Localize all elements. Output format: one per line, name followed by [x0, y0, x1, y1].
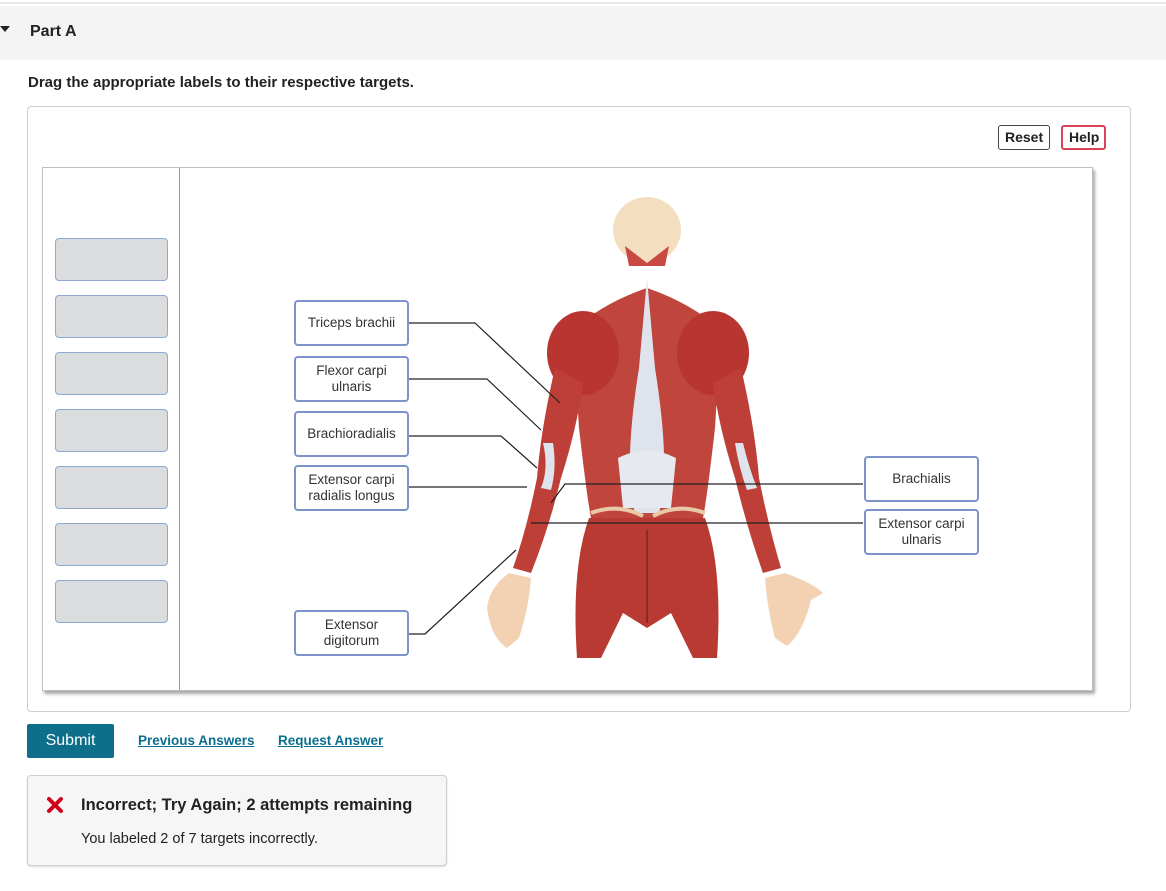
right-hand — [765, 573, 823, 646]
leader-line-flexor-carpi-ulnaris — [408, 378, 542, 431]
reset-button[interactable]: Reset — [998, 125, 1050, 150]
label-text: radialis longus — [308, 488, 395, 503]
lumbar-fascia — [618, 450, 676, 508]
feedback-title: Incorrect; Try Again; 2 attempts remaini… — [81, 796, 413, 814]
label-triceps-brachii[interactable]: Triceps brachii — [294, 300, 409, 346]
label-extensor-digitorum[interactable]: Extensor digitorum — [294, 610, 409, 656]
drag-drop-workspace: Triceps brachii Flexor carpi ulnaris Bra… — [42, 167, 1093, 691]
label-text: ulnaris — [331, 379, 372, 394]
left-hand — [487, 573, 531, 648]
top-divider — [0, 2, 1166, 4]
request-answer-link[interactable]: Request Answer — [278, 733, 383, 748]
incorrect-x-icon — [47, 797, 63, 813]
label-text: Brachioradialis — [307, 426, 396, 441]
label-flexor-carpi-ulnaris[interactable]: Flexor carpi ulnaris — [294, 356, 409, 402]
label-brachioradialis[interactable]: Brachioradialis — [294, 411, 409, 457]
muscle-figure — [408, 197, 863, 658]
part-title: Part A — [30, 23, 77, 40]
label-text: Extensor carpi — [308, 472, 395, 487]
help-button[interactable]: Help — [1061, 125, 1106, 150]
submit-button[interactable]: Submit — [27, 724, 114, 758]
label-extensor-carpi-ulnaris[interactable]: Extensor carpi ulnaris — [864, 509, 979, 555]
label-extensor-carpi-radialis-longus[interactable]: Extensor carpi radialis longus — [294, 465, 409, 511]
instructions: Drag the appropriate labels to their res… — [28, 74, 414, 91]
label-text: ulnaris — [901, 532, 942, 547]
part-header[interactable] — [0, 6, 1166, 60]
label-text: Brachialis — [892, 471, 951, 486]
collapse-caret-icon[interactable] — [0, 26, 10, 32]
previous-answers-link[interactable]: Previous Answers — [138, 733, 255, 748]
label-text: Extensor carpi — [878, 516, 965, 531]
leader-line-triceps — [408, 322, 561, 404]
feedback-detail: You labeled 2 of 7 targets incorrectly. — [81, 831, 318, 847]
leader-line-brachioradialis — [408, 435, 538, 469]
label-text: Triceps brachii — [307, 315, 396, 330]
figure-head — [613, 197, 681, 263]
label-text: digitorum — [323, 633, 380, 648]
feedback-panel: Incorrect; Try Again; 2 attempts remaini… — [27, 775, 447, 866]
label-text: Flexor carpi — [316, 363, 387, 378]
label-text: Extensor — [324, 617, 379, 632]
label-brachialis[interactable]: Brachialis — [864, 456, 979, 502]
